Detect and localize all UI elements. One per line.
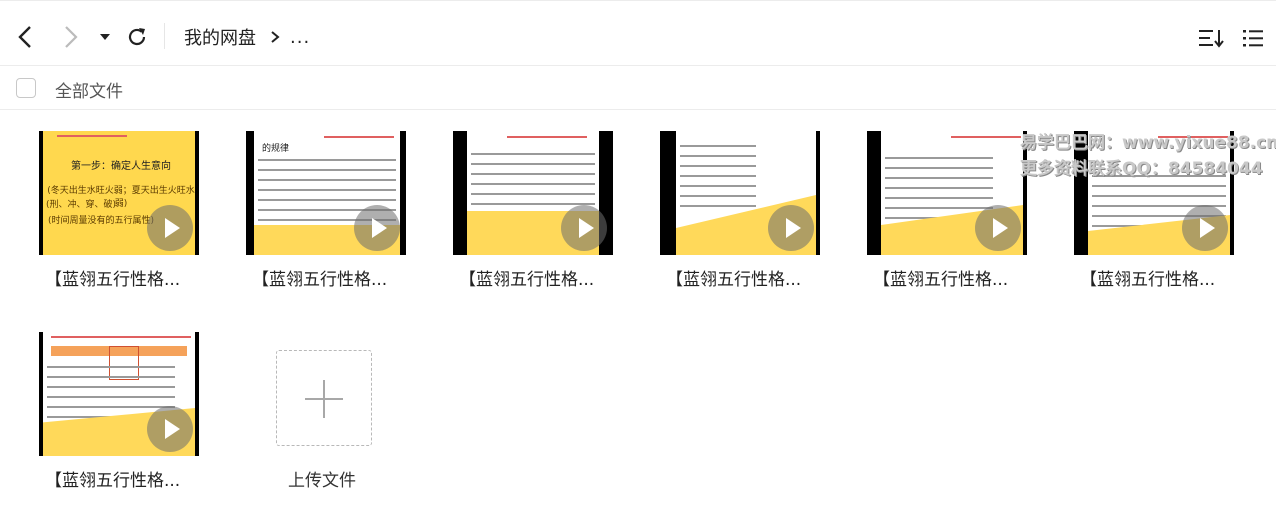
chevron-left-icon (18, 26, 31, 48)
file-name[interactable]: 【蓝翎五行性格... (666, 265, 826, 290)
plus-icon (323, 380, 325, 418)
play-icon (147, 205, 193, 251)
list-view-icon (1243, 30, 1263, 47)
file-name[interactable]: 【蓝翎五行性格... (1080, 265, 1240, 290)
watermark-line: 易学巴巴网：www.yixue88.cn (1020, 133, 1276, 153)
upload-label: 上传文件 (288, 471, 356, 491)
file-name[interactable]: 【蓝翎五行性格... (459, 265, 619, 290)
history-dropdown-button[interactable] (96, 27, 114, 47)
breadcrumb: 我的网盘 ... (184, 23, 310, 51)
video-thumbnail[interactable] (453, 131, 613, 255)
sort-icon (1199, 30, 1224, 48)
breadcrumb-more[interactable]: ... (290, 27, 310, 48)
play-icon (147, 406, 193, 452)
play-icon (975, 205, 1021, 251)
file-name[interactable]: 【蓝翎五行性格... (45, 466, 205, 491)
file-name[interactable]: 【蓝翎五行性格... (45, 265, 205, 290)
file-name[interactable]: 【蓝翎五行性格... (252, 265, 412, 290)
forward-button[interactable] (56, 21, 86, 53)
upload-button[interactable] (276, 350, 372, 446)
toolbar: 我的网盘 ... (0, 0, 1276, 66)
play-icon (768, 205, 814, 251)
back-button[interactable] (10, 21, 40, 53)
video-thumbnail[interactable] (660, 131, 820, 255)
select-all-label: 全部文件 (55, 82, 123, 102)
video-thumbnail[interactable]: 的规律 (246, 131, 406, 255)
caret-down-icon (100, 34, 110, 40)
breadcrumb-root[interactable]: 我的网盘 (184, 24, 256, 50)
play-icon (561, 205, 607, 251)
play-icon (1182, 205, 1228, 251)
thumb-text: 的规律 (262, 144, 290, 154)
watermark: 易学巴巴网：www.yixue88.cn 更多资料联系QQ：84584044 (1020, 130, 1276, 182)
breadcrumb-separator-icon (270, 30, 280, 44)
select-all-row: 全部文件 (0, 66, 1276, 110)
refresh-icon (128, 28, 146, 46)
toolbar-divider (164, 23, 165, 49)
thumb-text: (刑、冲、穿、破) (45, 200, 117, 210)
sort-button[interactable] (1194, 23, 1228, 53)
video-thumbnail[interactable] (39, 332, 199, 456)
select-all-checkbox[interactable] (16, 78, 36, 98)
play-icon (354, 205, 400, 251)
video-thumbnail[interactable] (867, 131, 1027, 255)
chevron-right-icon (65, 26, 78, 48)
file-name[interactable]: 【蓝翎五行性格... (873, 265, 1033, 290)
view-mode-button[interactable] (1236, 23, 1270, 53)
thumb-text: 第一步：确定人生意向 (71, 161, 171, 172)
video-thumbnail[interactable]: 第一步：确定人生意向 (冬天出生水旺火弱；夏天出生火旺水弱) (刑、冲、穿、破)… (39, 131, 199, 255)
watermark-line: 更多资料联系QQ：84584044 (1020, 159, 1263, 179)
refresh-button[interactable] (122, 21, 152, 53)
